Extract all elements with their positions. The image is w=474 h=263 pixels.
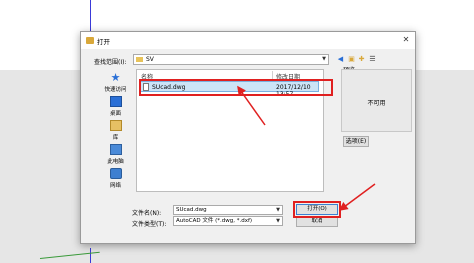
computer-icon: [109, 144, 122, 155]
file-highlight-box: [139, 79, 333, 96]
up-folder-icon[interactable]: ▣: [347, 55, 356, 64]
place-desktop[interactable]: 桌面: [94, 96, 137, 117]
network-icon: [109, 168, 122, 179]
blue-axis-bottom: [90, 248, 91, 263]
place-label: 快速访问: [104, 87, 127, 93]
no-preview-text: 不可用: [367, 100, 386, 107]
lookin-select[interactable]: SV ▼: [133, 54, 329, 65]
chevron-down-icon: ▼: [276, 218, 280, 224]
desktop-icon: [109, 96, 122, 107]
filetype-value: AutoCAD 文件 (*.dwg, *.dxf): [176, 218, 253, 224]
view-menu-icon[interactable]: ☰: [368, 55, 377, 64]
filetype-select[interactable]: AutoCAD 文件 (*.dwg, *.dxf) ▼: [173, 216, 283, 226]
place-label: 此电脑: [107, 159, 124, 165]
folder-icon: [136, 57, 143, 62]
lookin-value: SV: [146, 56, 154, 63]
place-library[interactable]: 库: [94, 120, 137, 141]
filename-value: SUcad.dwg: [176, 207, 207, 213]
filetype-label: 文件类型(T):: [132, 221, 167, 228]
chevron-down-icon: ▼: [322, 56, 326, 62]
place-label: 桌面: [109, 111, 121, 117]
place-quick-access[interactable]: ★ 快速访问: [94, 72, 137, 93]
open-highlight-box: [293, 201, 341, 218]
blue-axis-top: [90, 0, 91, 32]
chevron-down-icon: ▼: [276, 207, 280, 213]
place-label: 库: [112, 135, 119, 141]
lookin-label: 查找范围(I):: [94, 59, 127, 66]
library-icon: [109, 120, 122, 131]
filename-input[interactable]: SUcad.dwg ▼: [173, 205, 283, 215]
dialog-title: 打开: [97, 38, 110, 46]
preview-pane: 不可用: [341, 69, 412, 132]
back-arrow-icon[interactable]: ◀: [336, 55, 345, 64]
folder-icon: [86, 37, 94, 44]
close-button[interactable]: ✕: [399, 34, 413, 46]
place-label: 网络: [109, 183, 121, 189]
dialog-titlebar: 打开 ✕: [81, 32, 415, 49]
star-icon: ★: [110, 71, 121, 84]
places-bar: ★ 快速访问 桌面 库 此电脑 网络: [94, 70, 137, 195]
place-this-pc[interactable]: 此电脑: [94, 144, 137, 165]
new-folder-icon[interactable]: ✚: [357, 55, 366, 64]
place-network[interactable]: 网络: [94, 168, 137, 189]
column-divider: [272, 71, 273, 79]
filename-label: 文件名(N):: [132, 210, 162, 217]
options-button[interactable]: 选项(E): [343, 136, 369, 147]
open-file-dialog: 打开 ✕ 查找范围(I): SV ▼ ◀ ▣ ✚ ☰ ★ 快速访问 桌面 库 此…: [80, 31, 416, 244]
